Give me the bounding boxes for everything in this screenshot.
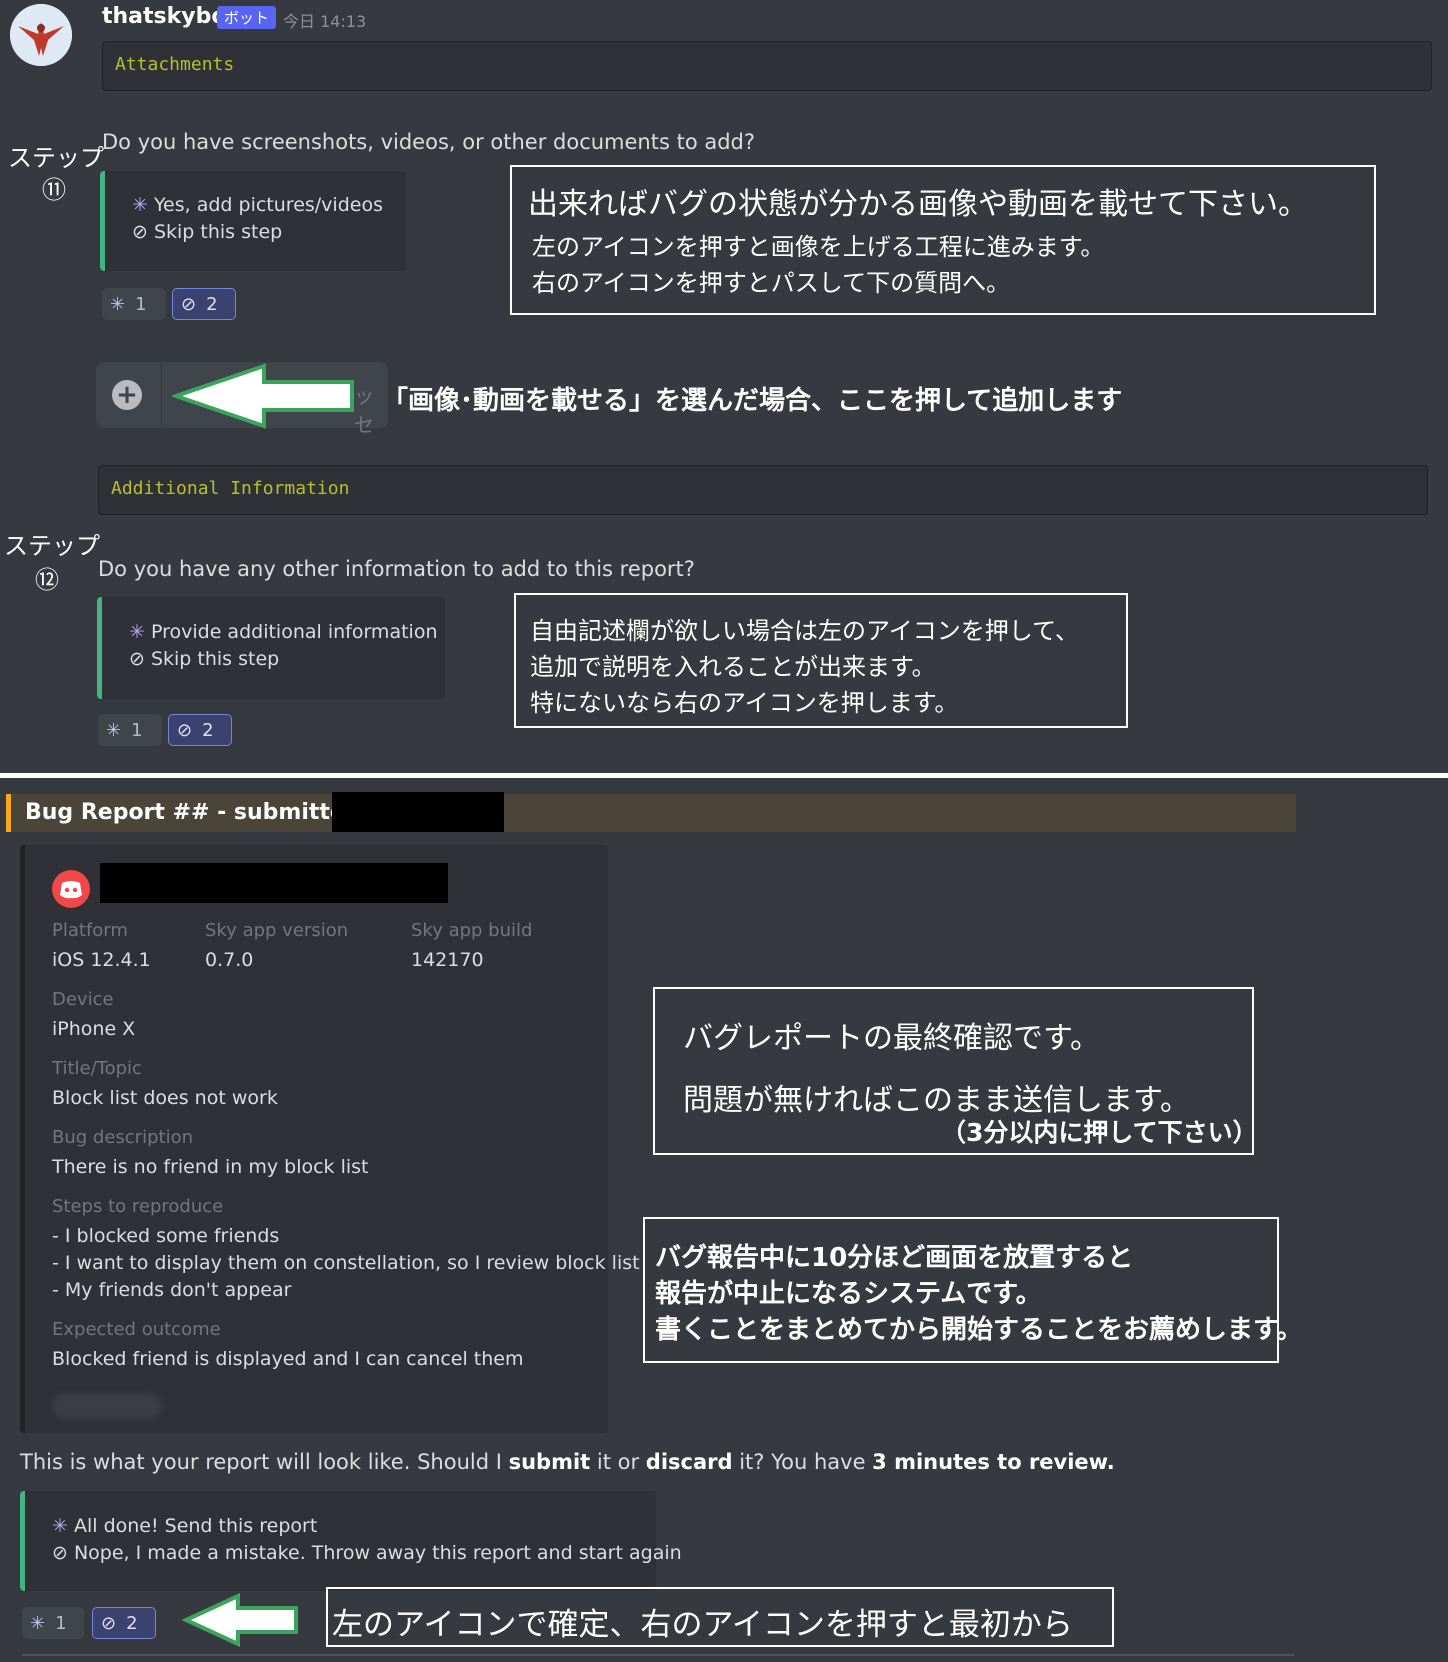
upload-annotation: 「画像･動画を載せる」を選んだ場合、ここを押して追加します: [382, 386, 1123, 416]
annotation-line: バグ報告中に10分ほど画面を放置すると: [655, 1243, 1134, 1273]
option-yes-add: ✳ Yes, add pictures/videos: [132, 194, 383, 216]
additional-question: Do you have any other information to add…: [98, 557, 695, 581]
annotation-line: 自由記述欄が欲しい場合は左のアイコンを押して、: [530, 617, 1079, 645]
field-label-device: Device: [52, 989, 114, 1010]
annotation-final: 左のアイコンで確定、右のアイコンを押すと最初から: [326, 1587, 1114, 1647]
annotation-line: 左のアイコンで確定、右のアイコンを押すと最初から: [332, 1607, 1073, 1643]
sparkle-icon: ✳: [110, 293, 126, 315]
step-number: ⑫: [35, 566, 59, 594]
annotation-line: （3分以内に押して下さい）: [941, 1118, 1258, 1147]
option-discard: ⊘ Nope, I made a mistake. Throw away thi…: [52, 1542, 682, 1564]
annotation-line: 報告が中止になるシステムです。: [655, 1279, 1042, 1309]
attachments-options-embed: ✳ Yes, add pictures/videos ⊘ Skip this s…: [100, 171, 406, 271]
field-value-description: There is no friend in my block list: [52, 1156, 369, 1178]
additional-header: Additional Information: [111, 478, 350, 499]
attachments-header-block: Attachments: [102, 41, 1432, 91]
annotation-line: 追加で説明を入れることが出来ます。: [530, 653, 936, 681]
bot-avatar[interactable]: [10, 4, 72, 66]
field-label-platform: Platform: [52, 920, 128, 941]
annotation-line: 書くことをまとめてから開始することをお薦めします。: [655, 1315, 1303, 1345]
prohibited-icon: ⊘: [132, 221, 148, 243]
field-value-platform: iOS 12.4.1: [52, 949, 151, 971]
option-skip: ⊘ Skip this step: [129, 648, 280, 670]
report-embed: Platform iOS 12.4.1 Sky app version 0.7.…: [20, 845, 640, 1433]
field-label-version: Sky app version: [205, 920, 349, 941]
annotation-title: 出来ればバグの状態が分かる画像や動画を載せて下さい。: [528, 187, 1308, 222]
annotation-line: 左のアイコンを押すと画像を上げる工程に進みます。: [532, 233, 1105, 261]
report-title-bar: Bug Report ## - submitted by: [6, 794, 1296, 832]
field-label-outcome: Expected outcome: [52, 1319, 221, 1340]
review-prompt: This is what your report will look like.…: [20, 1450, 1115, 1474]
blurred-footer: [52, 1393, 162, 1419]
reaction-prohibited[interactable]: ⊘ 2: [172, 288, 236, 320]
additional-options-embed: ✳ Provide additional information ⊘ Skip …: [97, 597, 445, 699]
attachments-header: Attachments: [115, 54, 235, 75]
option-send: ✳ All done! Send this report: [52, 1515, 318, 1537]
sparkle-icon: ✳: [52, 1515, 68, 1537]
field-value-title: Block list does not work: [52, 1087, 278, 1109]
additional-header-block: Additional Information: [98, 465, 1428, 515]
reaction-sparkle[interactable]: ✳ 1: [98, 714, 162, 746]
field-value-device: iPhone X: [52, 1018, 136, 1040]
option-skip: ⊘ Skip this step: [132, 221, 283, 243]
prohibited-icon: ⊘: [177, 719, 193, 741]
bottom-divider: [22, 1654, 1294, 1656]
field-value-step: - My friends don't appear: [52, 1279, 292, 1301]
step-label: ステップ: [4, 532, 100, 560]
field-label-build: Sky app build: [411, 920, 533, 941]
field-label-description: Bug description: [52, 1127, 193, 1148]
annotation-confirm: バグレポートの最終確認です。 問題が無ければこのまま送信します。 （3分以内に押…: [653, 987, 1258, 1155]
annotation-line: 特にないなら右のアイコンを押します。: [530, 689, 959, 717]
prohibited-icon: ⊘: [129, 648, 145, 670]
arrow-left-icon: [182, 1592, 298, 1648]
option-provide-info: ✳ Provide additional information: [129, 621, 438, 643]
bird-avatar-icon: [10, 4, 72, 66]
sparkle-icon: ✳: [30, 1612, 46, 1634]
field-label-steps: Steps to reproduce: [52, 1196, 224, 1217]
timestamp: 今日 14:13: [283, 12, 367, 31]
sparkle-icon: ✳: [106, 719, 122, 741]
reaction-prohibited[interactable]: ⊘ 2: [92, 1607, 156, 1639]
field-value-version: 0.7.0: [205, 949, 254, 971]
field-value-build: 142170: [411, 949, 484, 971]
annotation-additional: 自由記述欄が欲しい場合は左のアイコンを押して、 追加で説明を入れることが出来ます…: [514, 593, 1128, 728]
prohibited-icon: ⊘: [181, 293, 197, 315]
field-label-title: Title/Topic: [52, 1058, 142, 1079]
field-value-step: - I blocked some friends: [52, 1225, 280, 1247]
section-divider: [0, 773, 1448, 778]
annotation-timeout: バグ報告中に10分ほど画面を放置すると 報告が中止になるシステムです。 書くこと…: [643, 1217, 1302, 1363]
reaction-sparkle[interactable]: ✳ 1: [22, 1607, 84, 1639]
step-label: ステップ: [8, 144, 104, 172]
discord-logo-icon: [52, 870, 90, 908]
final-options-embed: ✳ All done! Send this report ⊘ Nope, I m…: [20, 1491, 682, 1591]
arrow-left-icon: [172, 363, 354, 429]
prohibited-icon: ⊘: [52, 1542, 68, 1564]
attachments-question: Do you have screenshots, videos, or othe…: [102, 130, 756, 154]
bot-badge: ボット: [217, 6, 277, 29]
annotation-attachments: 出来ればバグの状態が分かる画像や動画を載せて下さい。 左のアイコンを押すと画像を…: [510, 165, 1376, 315]
sparkle-icon: ✳: [132, 194, 148, 216]
reaction-prohibited[interactable]: ⊘ 2: [168, 714, 232, 746]
field-value-outcome: Blocked friend is displayed and I can ca…: [52, 1348, 524, 1370]
annotation-line: バグレポートの最終確認です。: [683, 1021, 1100, 1056]
sparkle-icon: ✳: [129, 621, 145, 643]
upload-plus-button[interactable]: +: [112, 380, 142, 410]
prohibited-icon: ⊘: [101, 1612, 117, 1634]
step-number: ⑪: [42, 176, 66, 204]
annotation-line: 右のアイコンを押すとパスして下の質問へ。: [532, 269, 1011, 297]
field-value-step: - I want to display them on constellatio…: [52, 1252, 640, 1274]
redacted-author: [100, 863, 448, 903]
reaction-sparkle[interactable]: ✳ 1: [102, 288, 166, 320]
redacted-username: [332, 792, 504, 832]
